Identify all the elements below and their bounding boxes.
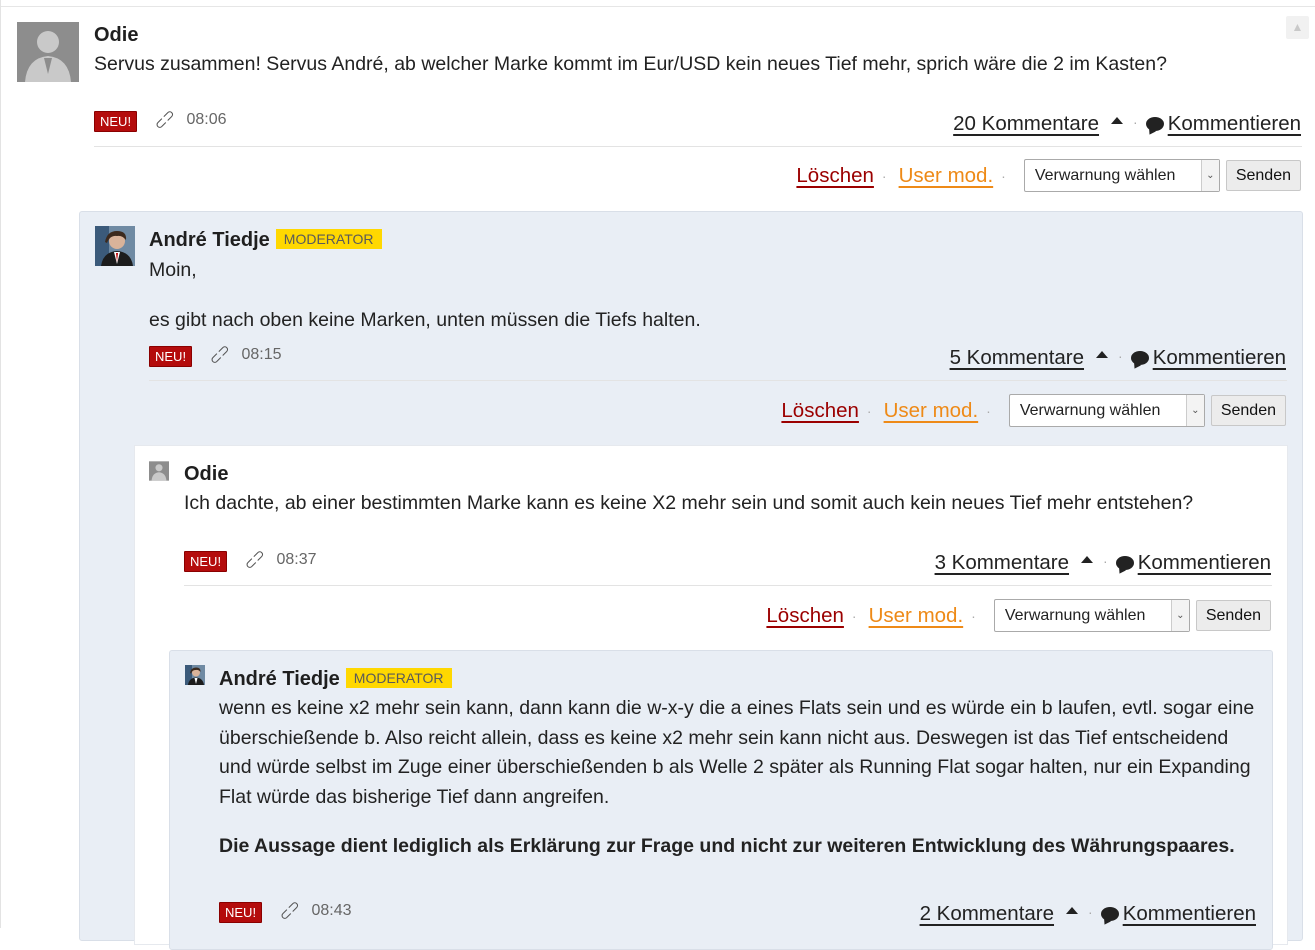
author-name-text[interactable]: André Tiedje [149, 229, 270, 251]
time-text: 08:15 [241, 346, 282, 363]
post-actions: 3 Kommentare · Kommentieren [935, 551, 1271, 575]
comment-bubble-icon [1100, 907, 1119, 921]
post-text: wenn es keine x2 mehr sein kann, dann ka… [219, 694, 1264, 862]
warning-icon[interactable]: ▲ [1286, 16, 1309, 39]
post-text-bold: Die Aussage dient lediglich als Erklärun… [219, 835, 1235, 857]
delete-link[interactable]: Löschen [781, 399, 859, 423]
post-text-line: Moin, [149, 259, 197, 281]
author-name[interactable]: Odie [94, 24, 138, 47]
comment-link[interactable]: Kommentieren [1168, 112, 1301, 135]
user-mod-link[interactable]: User mod. [899, 164, 994, 188]
divider [149, 380, 1287, 381]
comment-bubble-icon [1130, 351, 1149, 365]
collapse-up-icon[interactable] [1081, 556, 1094, 563]
separator-dot: · [1133, 114, 1138, 130]
mod-controls: Löschen · User mod. · Verwarnung wählen ⌄ S… [796, 159, 1301, 192]
comment-link[interactable]: Kommentieren [1153, 346, 1286, 369]
warning-select[interactable]: Verwarnung wählen ⌄ [993, 599, 1190, 632]
collapse-up-icon[interactable] [1066, 907, 1079, 914]
avatar[interactable] [185, 665, 205, 685]
author-name: André Tiedje MODERATOR [149, 229, 382, 252]
delete-link[interactable]: Löschen [766, 604, 844, 628]
warning-select[interactable]: Verwarnung wählen ⌄ [1008, 394, 1205, 427]
new-badge: NEU! [94, 111, 138, 132]
post-actions: 20 Kommentare · Kommentieren [953, 112, 1301, 136]
link-icon: ⊂⊃ [150, 105, 179, 134]
chevron-down-icon: ⌄ [1170, 600, 1189, 631]
new-badge: NEU! [219, 902, 263, 923]
comments-count-link[interactable]: 2 Kommentare [920, 902, 1054, 925]
comment-thread: ▲ Odie Servus zusammen! Servus André, ab… [0, 0, 1315, 950]
comment-bubble-icon [1145, 117, 1164, 131]
divider [184, 585, 1272, 586]
comments-count-link[interactable]: 3 Kommentare [935, 551, 1069, 574]
user-mod-link[interactable]: User mod. [869, 604, 964, 628]
post-text-paragraph: wenn es keine x2 mehr sein kann, dann ka… [219, 697, 1255, 808]
separator-dot: · [881, 167, 887, 184]
warning-select-value: Verwarnung wählen [1004, 606, 1146, 624]
moderator-badge: MODERATOR [345, 668, 452, 688]
post-actions: 2 Kommentare · Kommentieren [920, 902, 1256, 926]
comments-count-link[interactable]: 5 Kommentare [950, 346, 1084, 369]
comment-link[interactable]: Kommentieren [1138, 551, 1271, 574]
mod-controls: Löschen · User mod. · Verwarnung wählen ⌄ S… [766, 599, 1271, 632]
time-text: 08:43 [311, 902, 352, 919]
avatar[interactable] [17, 22, 79, 82]
user-mod-link[interactable]: User mod. [884, 399, 979, 423]
warning-select-value: Verwarnung wählen [1034, 166, 1176, 184]
timestamp[interactable]: ⊂⊃ 08:15 [205, 340, 282, 368]
chevron-down-icon: ⌄ [1185, 395, 1204, 426]
avatar[interactable] [149, 461, 169, 481]
post-text: Servus zusammen! Servus André, ab welche… [94, 53, 1167, 75]
new-badge: NEU! [149, 346, 193, 367]
comment-link[interactable]: Kommentieren [1123, 902, 1256, 925]
post-text-line: es gibt nach oben keine Marken, unten mü… [149, 308, 701, 331]
collapse-up-icon[interactable] [1096, 351, 1109, 358]
comments-count-link[interactable]: 20 Kommentare [953, 112, 1099, 135]
delete-link[interactable]: Löschen [796, 164, 874, 188]
separator-dot: · [851, 607, 857, 624]
divider [94, 146, 1302, 147]
author-name-text[interactable]: André Tiedje [219, 668, 340, 690]
author-name[interactable]: Odie [184, 463, 228, 486]
timestamp[interactable]: ⊂⊃ 08:37 [240, 545, 317, 573]
send-button[interactable]: Senden [1195, 600, 1271, 631]
separator-dot: · [1088, 904, 1093, 920]
avatar[interactable] [95, 226, 135, 266]
separator-dot: · [1118, 348, 1123, 364]
separator-dot: · [971, 607, 976, 624]
author-name: André Tiedje MODERATOR [219, 668, 452, 691]
send-button[interactable]: Senden [1225, 160, 1301, 191]
separator-dot: · [986, 402, 991, 419]
post-text: Moin, es gibt nach oben keine Marken, un… [149, 256, 1279, 335]
moderator-badge: MODERATOR [275, 229, 382, 249]
post-actions: 5 Kommentare · Kommentieren [950, 346, 1286, 370]
new-badge: NEU! [184, 551, 228, 572]
chevron-down-icon: ⌄ [1200, 160, 1219, 191]
separator-dot: · [866, 402, 872, 419]
separator-dot: · [1001, 167, 1006, 184]
timestamp[interactable]: ⊂⊃ 08:43 [275, 896, 352, 924]
warning-select[interactable]: Verwarnung wählen ⌄ [1023, 159, 1220, 192]
collapse-up-icon[interactable] [1111, 117, 1124, 124]
send-button[interactable]: Senden [1210, 395, 1286, 426]
separator-dot: · [1103, 553, 1108, 569]
time-text: 08:06 [186, 111, 227, 128]
divider [1, 6, 1315, 7]
timestamp[interactable]: ⊂⊃ 08:06 [150, 105, 227, 133]
comment-bubble-icon [1115, 556, 1134, 570]
post-text: Ich dachte, ab einer bestimmten Marke ka… [184, 492, 1194, 514]
time-text: 08:37 [276, 551, 317, 568]
mod-controls: Löschen · User mod. · Verwarnung wählen ⌄ S… [781, 394, 1286, 427]
warning-select-value: Verwarnung wählen [1019, 401, 1161, 419]
